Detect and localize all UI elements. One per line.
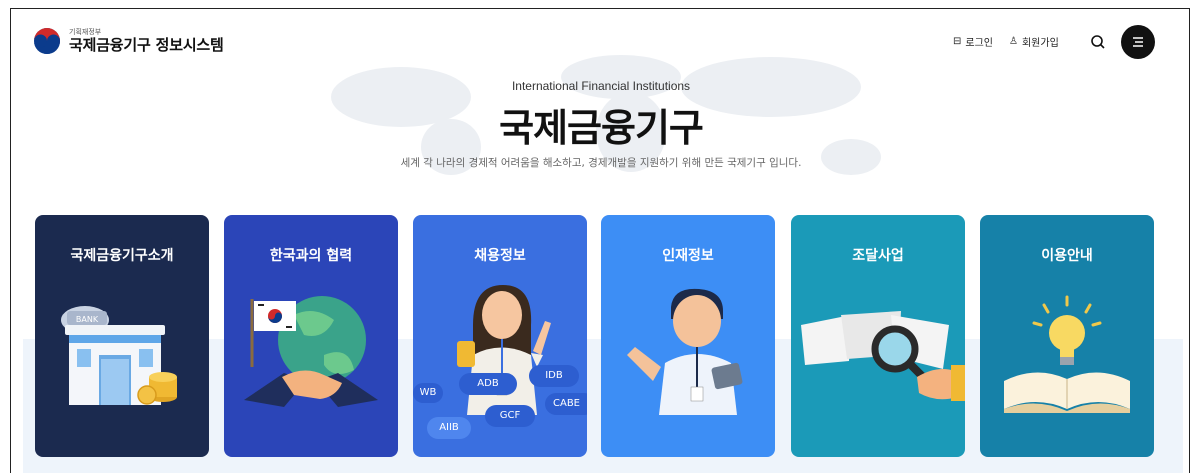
user-icon: ♙	[1009, 36, 1018, 47]
magnifier-documents-icon	[801, 311, 965, 401]
card-title: 조달사업	[852, 248, 904, 264]
tag-wb: WB	[413, 383, 443, 403]
card-talent-info[interactable]: 인재정보	[601, 215, 775, 457]
handshake-globe-icon	[244, 296, 378, 407]
search-icon	[1091, 35, 1105, 49]
page-frame: 기획재정부 국제금융기구 정보시스템 ⊟ 로그인 ♙ 회원가입 Internat…	[10, 8, 1190, 473]
lightbulb-book-icon	[1004, 295, 1130, 413]
tag-idb: IDB	[529, 365, 579, 387]
card-title: 인재정보	[662, 248, 714, 264]
card-title: 채용정보	[474, 248, 526, 264]
site-title: 국제금융기구 정보시스템	[69, 36, 224, 54]
site-logo[interactable]: 기획재정부 국제금융기구 정보시스템	[33, 27, 224, 55]
government-emblem-icon	[34, 28, 60, 54]
signup-label: 회원가입	[1021, 38, 1059, 49]
tag-cabe: CABE	[545, 393, 587, 415]
hamburger-menu-icon	[1133, 37, 1143, 47]
card-title: 한국과의 협력	[269, 248, 353, 264]
tag-adb: ADB	[459, 373, 517, 395]
menu-button[interactable]	[1121, 25, 1155, 59]
card-procurement[interactable]: 조달사업	[791, 215, 965, 457]
signup-link[interactable]: ♙ 회원가입	[1009, 34, 1059, 49]
login-link[interactable]: ⊟ 로그인	[953, 34, 993, 49]
login-icon: ⊟	[953, 36, 962, 47]
card-title: 국제금융기구소개	[70, 248, 174, 264]
ministry-name: 기획재정부	[69, 28, 102, 36]
card-title: 이용안내	[1041, 248, 1093, 264]
login-label: 로그인	[965, 38, 993, 49]
search-button[interactable]	[1085, 29, 1111, 55]
tag-gcf: GCF	[485, 405, 535, 427]
bank-sign: BANK	[76, 315, 99, 324]
hero-title: 국제금융기구	[499, 106, 704, 150]
card-usage-guide[interactable]: 이용안내	[980, 215, 1154, 457]
card-korea-cooperation[interactable]: 한국과의 협력	[224, 215, 398, 457]
hero-description: 세계 각 나라의 경제적 어려움을 해소하고, 경제개발을 지원하기 위해 만든…	[400, 157, 802, 169]
man-tablet-icon	[627, 288, 743, 415]
bank-building-icon: BANK	[61, 306, 177, 405]
card-ifi-intro[interactable]: 국제금융기구소개 BANK	[35, 215, 209, 457]
card-job-info[interactable]: 채용정보 WB ADB IDB AIIB GCF CABE	[413, 215, 587, 457]
tag-aiib: AIIB	[427, 417, 471, 439]
hero-subtitle: International Financial Institutions	[511, 79, 691, 93]
